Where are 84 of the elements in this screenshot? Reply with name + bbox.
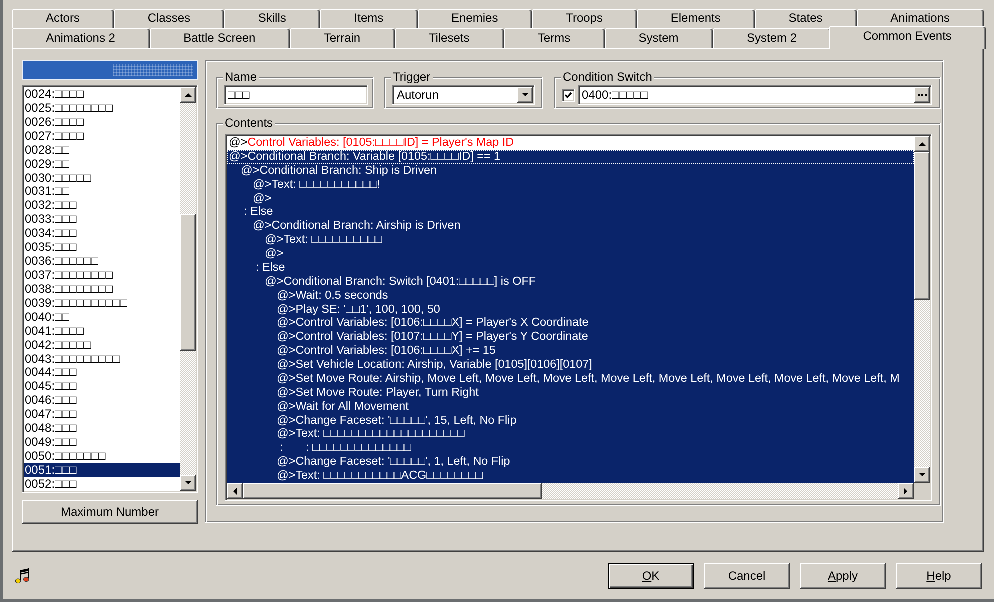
tab[interactable]: Terms [504, 28, 605, 48]
scrollbar-corner [914, 483, 930, 499]
name-field[interactable]: □□□ [224, 85, 368, 105]
triangle-down-icon [184, 481, 192, 485]
tab[interactable]: System [604, 28, 713, 48]
list-item[interactable]: 0042:□□□□□ [24, 338, 180, 352]
list-item[interactable]: 0050:□□□□□□□ [24, 448, 180, 463]
event-listbox[interactable] [22, 85, 198, 493]
list-item[interactable]: 0046:□□□ [24, 393, 180, 408]
tab[interactable]: System 2 [712, 28, 832, 48]
list-item[interactable]: 0034:□□□ [24, 226, 180, 240]
tab[interactable]: Troops [532, 9, 637, 28]
list-item[interactable]: 0035:□□□ [24, 240, 180, 254]
triangle-left-icon [233, 488, 237, 494]
list-item[interactable]: 0032:□□□ [24, 198, 180, 212]
maximum-number-button[interactable]: Maximum Number [22, 500, 198, 524]
group-label: Condition Switch [561, 70, 654, 84]
scroll-up-button[interactable] [180, 87, 196, 103]
group-label: Contents [223, 116, 276, 130]
list-item[interactable]: 0044:□□□ [24, 365, 180, 380]
vertical-scrollbar[interactable] [180, 87, 196, 491]
scroll-right-button[interactable] [898, 483, 914, 499]
scroll-left-button[interactable] [227, 483, 243, 499]
list-item[interactable]: 0040:□□ [24, 310, 180, 324]
vertical-scrollbar[interactable] [914, 136, 930, 483]
list-item[interactable]: 0024:□□□□ [24, 87, 180, 101]
switch-checkbox[interactable] [562, 89, 575, 102]
scroll-down-button[interactable] [914, 467, 930, 483]
scroll-up-button[interactable] [914, 136, 930, 152]
checkmark-icon [565, 92, 572, 99]
scroll-down-button[interactable] [180, 475, 196, 491]
trigger-dropdown[interactable]: Autorun [392, 85, 535, 105]
scroll-thumb[interactable] [914, 152, 930, 300]
list-item[interactable]: 0051:□□□ [24, 462, 180, 477]
list-item[interactable]: 0030:□□□□□ [24, 170, 180, 184]
list-item[interactable]: 0037:□□□□□□□□ [24, 268, 180, 282]
triangle-down-icon [522, 93, 528, 97]
list-item[interactable]: 0033:□□□ [24, 212, 180, 226]
list-item[interactable]: 0047:□□□ [24, 407, 180, 422]
list-item[interactable]: 0038:□□□□□□□□ [24, 282, 180, 296]
triangle-up-icon [918, 142, 926, 146]
dialog-button[interactable]: OK [608, 563, 694, 589]
list-item[interactable]: 0039:□□□□□□□□□□ [24, 296, 180, 310]
tab[interactable]: Tilesets [394, 28, 504, 48]
dialog-button[interactable]: Help [896, 563, 982, 589]
tab[interactable]: Terrain [290, 28, 395, 48]
triangle-right-icon [904, 488, 908, 494]
dialog-button[interactable]: Cancel [704, 563, 790, 589]
tab[interactable]: States [754, 9, 857, 28]
list-item[interactable]: 0025:□□□□□□□□ [24, 100, 180, 115]
list-item[interactable]: 0045:□□□ [24, 379, 180, 394]
scroll-thumb[interactable] [243, 483, 542, 499]
list-item[interactable]: 0027:□□□□ [24, 128, 180, 143]
dropdown-button[interactable] [517, 87, 533, 103]
music-note-icon [15, 568, 31, 584]
tab[interactable]: Classes [114, 9, 224, 28]
list-item[interactable]: 0029:□□ [24, 156, 180, 171]
command-line[interactable]: @>Control Variables: [0105:□□□□ID] = Player's Map ID [227, 136, 914, 150]
tab[interactable]: Skills [224, 9, 320, 28]
triangle-down-icon [918, 473, 926, 477]
group-label: Name [223, 70, 260, 84]
list-item[interactable]: 0041:□□□□ [24, 324, 180, 338]
triangle-up-icon [184, 93, 192, 97]
switch-field[interactable]: 0400:□□□□□ [578, 85, 932, 105]
list-item[interactable]: 0052:□□□ [24, 476, 180, 491]
browse-button[interactable] [914, 87, 930, 103]
scroll-thumb[interactable] [180, 214, 196, 351]
tab[interactable]: Actors [12, 9, 114, 28]
list-item[interactable]: 0043:□□□□□□□□□ [24, 352, 180, 366]
dialog-button[interactable]: Apply [800, 563, 886, 589]
list-item[interactable]: 0036:□□□□□□ [24, 254, 180, 268]
list-item[interactable]: 0048:□□□ [24, 421, 180, 436]
tab[interactable]: Enemies [418, 9, 532, 28]
tab[interactable]: Common Events [829, 26, 986, 49]
horizontal-scrollbar[interactable] [227, 483, 914, 499]
group-label: Trigger [391, 70, 433, 84]
tab[interactable]: Items [320, 9, 418, 28]
list-item[interactable]: 0031:□□ [24, 184, 180, 198]
tab[interactable]: Animations 2 [12, 28, 150, 48]
list-item[interactable]: 0049:□□□ [24, 435, 180, 449]
tab[interactable]: Elements [636, 9, 755, 28]
list-item[interactable]: 0026:□□□□ [24, 114, 180, 129]
tab[interactable]: Battle Screen [150, 28, 290, 48]
list-item[interactable]: 0028:□□ [24, 142, 180, 157]
